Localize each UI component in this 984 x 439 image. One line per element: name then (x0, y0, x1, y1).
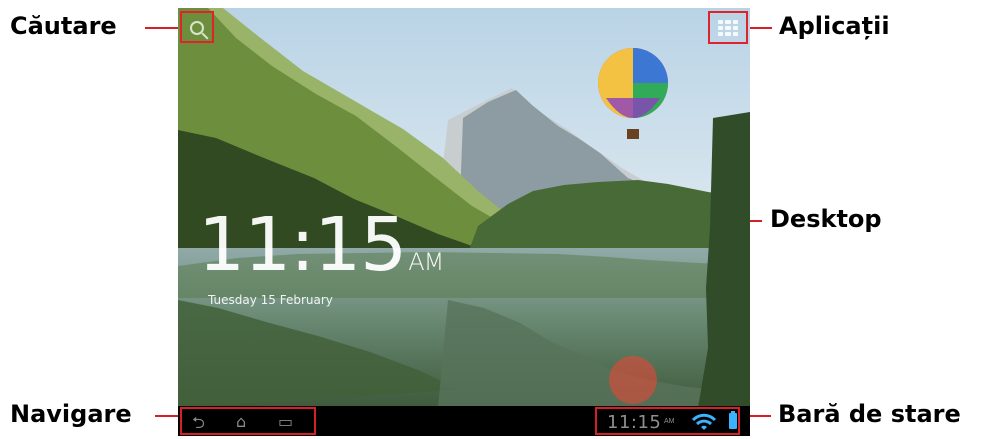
status-bar-callout-label: Bară de stare (778, 400, 961, 428)
tablet-screen: 11:15AM Tuesday 15 February ⮌ ⌂ ▭ 11:15 … (178, 8, 750, 436)
back-icon[interactable]: ⮌ (192, 412, 205, 436)
home-date: Tuesday 15 February (208, 293, 333, 307)
status-ampm: AM (664, 418, 675, 425)
wifi-icon (691, 413, 717, 430)
search-icon (190, 21, 204, 35)
search-button[interactable] (180, 11, 214, 43)
home-clock-time: 11:15 (198, 202, 407, 288)
desktop-callout-label: Desktop (770, 205, 882, 233)
status-time: 11:15 (607, 412, 662, 433)
apps-grid-icon (718, 20, 738, 36)
status-bar[interactable]: 11:15 AM (595, 407, 740, 435)
home-clock-ampm: AM (408, 248, 444, 276)
search-callout-label: Căutare (10, 12, 117, 40)
battery-icon (729, 411, 737, 429)
recent-apps-icon[interactable]: ▭ (278, 412, 293, 431)
navigation-buttons: ⮌ ⌂ ▭ (180, 407, 316, 435)
apps-callout-label: Aplicații (779, 12, 890, 40)
apps-button[interactable] (708, 11, 748, 44)
home-icon[interactable]: ⌂ (236, 412, 246, 431)
apps-callout-line (748, 27, 772, 29)
navigation-callout-label: Navigare (10, 400, 132, 428)
system-bar: ⮌ ⌂ ▭ 11:15 AM (178, 406, 750, 436)
home-clock: 11:15AM (198, 208, 444, 282)
